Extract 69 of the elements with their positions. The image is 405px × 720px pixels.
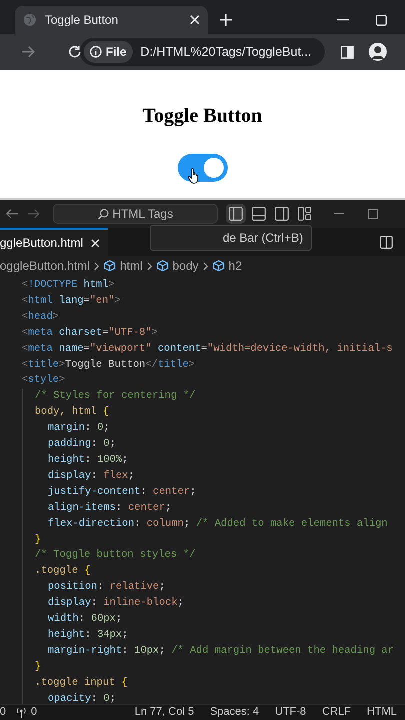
- status-item[interactable]: UTF-8: [275, 704, 306, 720]
- chevron-icon: [202, 262, 209, 270]
- code-line: position: relative;: [48, 581, 166, 594]
- code-line: /* Toggle button styles */: [35, 549, 196, 562]
- side-panel-icon[interactable]: [341, 46, 354, 58]
- ports-count[interactable]: 0: [16, 704, 38, 720]
- tooltip: de Bar (Ctrl+B): [150, 225, 312, 251]
- status-item[interactable]: Spaces: 4: [210, 704, 260, 720]
- address-url[interactable]: D:/HTML%20Tags/ToggleBut...: [140, 42, 312, 62]
- cube-icon: [104, 260, 116, 272]
- code-line: <html lang="en">: [22, 294, 121, 307]
- page-heading: Toggle Button: [142, 104, 262, 128]
- code-line: <title>Toggle Button</title>: [22, 358, 196, 371]
- breadcrumb-item[interactable]: body: [156, 257, 199, 275]
- code-line: margin: 0;: [48, 422, 110, 434]
- code-line: .toggle {: [35, 565, 91, 578]
- cube-icon: [212, 260, 225, 272]
- forward-icon[interactable]: [22, 46, 36, 58]
- reload-icon[interactable]: [68, 45, 82, 59]
- info-icon: [90, 46, 102, 58]
- code-line: display: flex;: [48, 470, 135, 482]
- code-line: <meta charset="UTF-8">: [22, 326, 158, 339]
- code-line: <head>: [22, 310, 60, 323]
- status-item[interactable]: CRLF: [322, 704, 352, 720]
- code-line: margin-right: 10px; /* Add margin between the heading ar: [48, 644, 394, 657]
- code-line: display: inline-block;: [48, 597, 184, 610]
- close-icon[interactable]: [190, 15, 200, 25]
- split-editor-icon[interactable]: [380, 236, 393, 248]
- cube-icon: [156, 260, 169, 272]
- editor-tab[interactable]: ggleButton.html: [0, 228, 108, 256]
- breadcrumb-item[interactable]: html: [104, 257, 143, 275]
- code-line: .toggle input {: [35, 676, 128, 689]
- site-info-chip[interactable]: File: [84, 41, 133, 63]
- search-icon: [98, 208, 109, 220]
- status-item[interactable]: HTML: [367, 704, 397, 720]
- toggle-switch[interactable]: [178, 154, 228, 182]
- customize-layout-icon[interactable]: [298, 207, 312, 221]
- sidebar-layout-icon[interactable]: [229, 207, 243, 221]
- browser-tab[interactable]: Toggle Button: [15, 6, 208, 34]
- hand-cursor-icon: [188, 168, 200, 184]
- back-icon[interactable]: [6, 209, 18, 219]
- code-line: padding: 0;: [48, 438, 116, 450]
- status-item[interactable]: Ln 77, Col 5: [134, 704, 194, 720]
- code-line: <!DOCTYPE html>: [22, 279, 115, 291]
- code-line: }: [35, 534, 42, 546]
- code-line: opacity: 0;: [48, 692, 116, 705]
- panel-layout-icon[interactable]: [252, 207, 266, 221]
- antenna-icon: [16, 707, 28, 718]
- error-count[interactable]: 0: [0, 704, 6, 720]
- chevron-icon: [94, 262, 100, 270]
- code-line: }: [35, 660, 42, 673]
- code-line: <style>: [22, 374, 66, 386]
- breadcrumb-item[interactable]: h2: [212, 257, 242, 275]
- plus-icon[interactable]: [220, 14, 232, 26]
- chevron-icon: [146, 262, 153, 270]
- code-line: align-items: center;: [48, 502, 172, 514]
- secondary-sidebar-icon[interactable]: [275, 207, 289, 221]
- code-line: /* Styles for centering */: [35, 390, 196, 402]
- code-line: height: 34px;: [48, 628, 128, 641]
- code-line: justify-content: center;: [48, 486, 196, 498]
- breadcrumb-item[interactable]: oggleButton.html: [0, 257, 90, 275]
- code-line: <meta name="viewport" content="width=device-width, initial-s: [22, 342, 393, 355]
- code-line: body, html {: [35, 406, 110, 418]
- close-icon[interactable]: [91, 238, 100, 248]
- code-line: height: 100%;: [48, 454, 128, 466]
- command-search-field[interactable]: HTML Tags: [53, 204, 218, 224]
- avatar-icon[interactable]: [369, 43, 387, 61]
- code-line: flex-direction: column; /* Added to make elements align: [48, 518, 388, 530]
- code-line: width: 60px;: [48, 613, 122, 626]
